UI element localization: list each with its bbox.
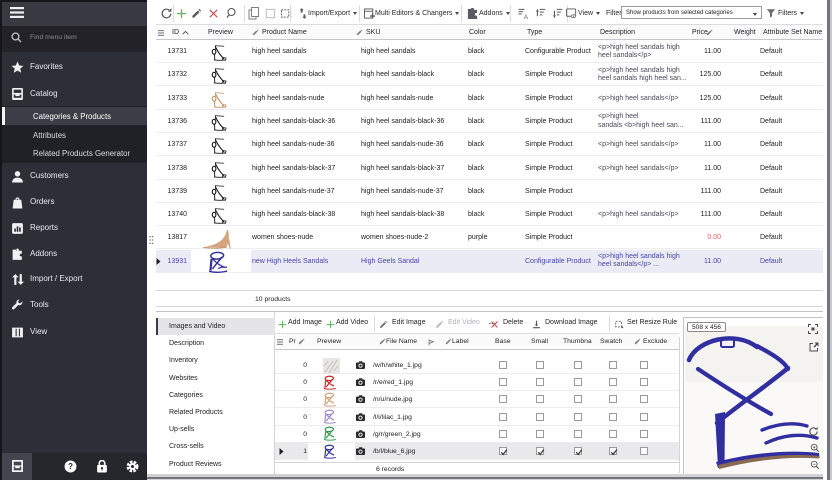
svg-text:?: ? (68, 462, 73, 471)
svg-text:A: A (524, 15, 528, 19)
